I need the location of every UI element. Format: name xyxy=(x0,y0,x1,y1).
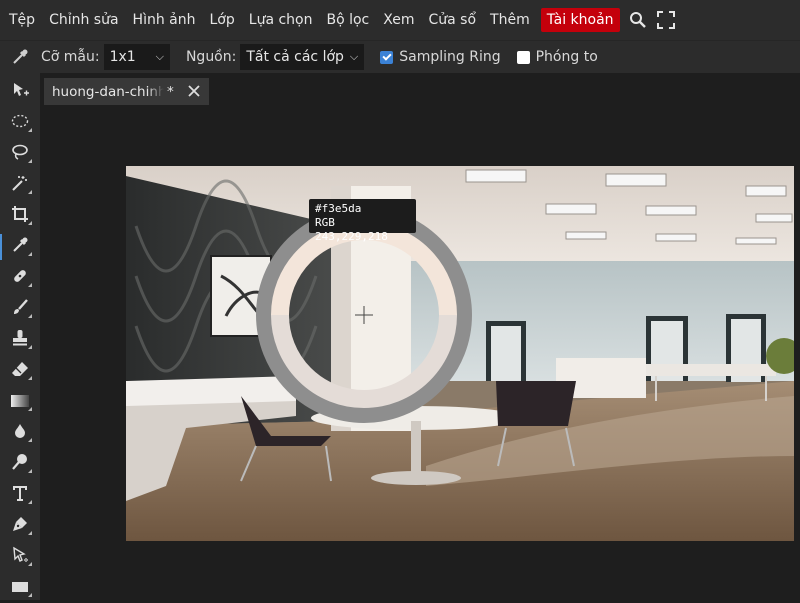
submenu-corner-icon xyxy=(28,221,32,225)
sampling-ring-check-icon[interactable] xyxy=(380,50,394,64)
magic-wand-icon xyxy=(11,174,29,196)
menu-layer[interactable]: Lớp xyxy=(203,8,242,32)
canvas-image[interactable] xyxy=(126,166,794,541)
submenu-corner-icon xyxy=(28,438,32,442)
dodge-icon xyxy=(11,453,29,475)
dodge-tool[interactable] xyxy=(0,449,40,479)
options-bar: Cỡ mẫu: 1x1 ⌵ Nguồn: Tất cả các lớp ⌵ Sa… xyxy=(0,40,800,73)
crop-icon xyxy=(11,205,29,227)
sample-size-value: 1x1 xyxy=(109,49,136,65)
submenu-corner-icon xyxy=(28,562,32,566)
submenu-corner-icon xyxy=(28,190,32,194)
rgb-value: RGB 243,229,218 xyxy=(315,216,388,243)
submenu-corner-icon xyxy=(28,283,32,287)
chevron-down-icon: ⌵ xyxy=(155,50,164,63)
type-tool[interactable] xyxy=(0,480,40,510)
account-button[interactable]: Tài khoản xyxy=(540,8,620,32)
submenu-corner-icon xyxy=(28,407,32,411)
lasso-tool[interactable] xyxy=(0,139,40,169)
modified-marker: * xyxy=(167,83,174,100)
sample-size-label: Cỡ mẫu: xyxy=(41,49,100,65)
submenu-corner-icon xyxy=(28,593,32,597)
document-tab[interactable]: huong-dan-chinh-sua-anh * xyxy=(44,78,209,105)
type-icon xyxy=(11,484,29,506)
sampling-ring-checkbox[interactable]: Sampling Ring xyxy=(380,49,501,65)
menu-select[interactable]: Lựa chọn xyxy=(242,8,320,32)
menu-image[interactable]: Hình ảnh xyxy=(126,8,203,32)
shape-tool[interactable] xyxy=(0,573,40,603)
submenu-corner-icon xyxy=(28,376,32,380)
source-label: Nguồn: xyxy=(185,49,237,65)
pen-tool[interactable] xyxy=(0,511,40,541)
submenu-corner-icon xyxy=(28,314,32,318)
source-select[interactable]: Tất cả các lớp ⌵ xyxy=(240,44,365,70)
lasso-icon xyxy=(11,143,29,165)
pen-icon xyxy=(11,515,29,537)
menu-view[interactable]: Xem xyxy=(376,8,421,32)
document-tab-name: huong-dan-chinh-sua-anh xyxy=(52,83,164,100)
healing-tool[interactable] xyxy=(0,263,40,293)
rectangle-icon xyxy=(11,579,29,598)
eyedropper-tool[interactable] xyxy=(0,232,40,262)
menu-filter[interactable]: Bộ lọc xyxy=(319,8,376,32)
chevron-down-icon: ⌵ xyxy=(349,50,359,63)
brush-icon xyxy=(11,298,29,320)
clone-stamp-tool[interactable] xyxy=(0,325,40,355)
eraser-icon xyxy=(11,360,29,382)
move-tool[interactable] xyxy=(0,77,40,107)
submenu-corner-icon xyxy=(28,345,32,349)
hex-value: #f3e5da xyxy=(315,202,362,215)
gradient-tool[interactable] xyxy=(0,387,40,417)
stamp-icon xyxy=(11,329,29,351)
sample-size-select[interactable]: 1x1 ⌵ xyxy=(103,44,170,70)
menu-more[interactable]: Thêm xyxy=(483,8,537,32)
submenu-corner-icon xyxy=(28,500,32,504)
drop-icon xyxy=(11,422,29,444)
close-icon[interactable] xyxy=(187,84,201,98)
zoom-check-icon[interactable] xyxy=(516,50,530,64)
submenu-corner-icon xyxy=(28,128,32,132)
submenu-corner-icon xyxy=(28,252,32,256)
path-select-icon xyxy=(11,546,29,568)
crop-tool[interactable] xyxy=(0,201,40,231)
sampling-ring-label: Sampling Ring xyxy=(399,49,501,65)
eraser-tool[interactable] xyxy=(0,356,40,386)
marquee-ellipse-icon xyxy=(11,112,29,134)
search-icon[interactable] xyxy=(628,8,648,32)
magic-wand-tool[interactable] xyxy=(0,170,40,200)
eyedropper-icon xyxy=(11,236,29,258)
gradient-icon xyxy=(10,393,30,412)
bandage-icon xyxy=(11,267,29,289)
marquee-tool[interactable] xyxy=(0,108,40,138)
submenu-corner-icon xyxy=(28,531,32,535)
menu-window[interactable]: Cửa sổ xyxy=(421,8,483,32)
menu-edit[interactable]: Chỉnh sửa xyxy=(42,8,125,32)
submenu-corner-icon xyxy=(28,159,32,163)
submenu-corner-icon xyxy=(28,469,32,473)
menu-file[interactable]: Tệp xyxy=(2,8,42,32)
source-value: Tất cả các lớp xyxy=(246,49,344,65)
path-select-tool[interactable] xyxy=(0,542,40,572)
zoom-checkbox[interactable]: Phóng to xyxy=(516,49,598,65)
fullscreen-icon[interactable] xyxy=(656,8,676,32)
menu-bar: Tệp Chỉnh sửa Hình ảnh Lớp Lựa chọn Bộ l… xyxy=(0,0,800,40)
office-lobby-photo xyxy=(126,166,794,541)
blur-tool[interactable] xyxy=(0,418,40,448)
toolbox xyxy=(0,73,40,600)
brush-tool[interactable] xyxy=(0,294,40,324)
move-arrow-icon xyxy=(11,81,29,103)
zoom-label: Phóng to xyxy=(535,49,598,65)
color-readout-tooltip: #f3e5da RGB 243,229,218 xyxy=(309,199,416,243)
eyedropper-icon xyxy=(9,46,31,68)
